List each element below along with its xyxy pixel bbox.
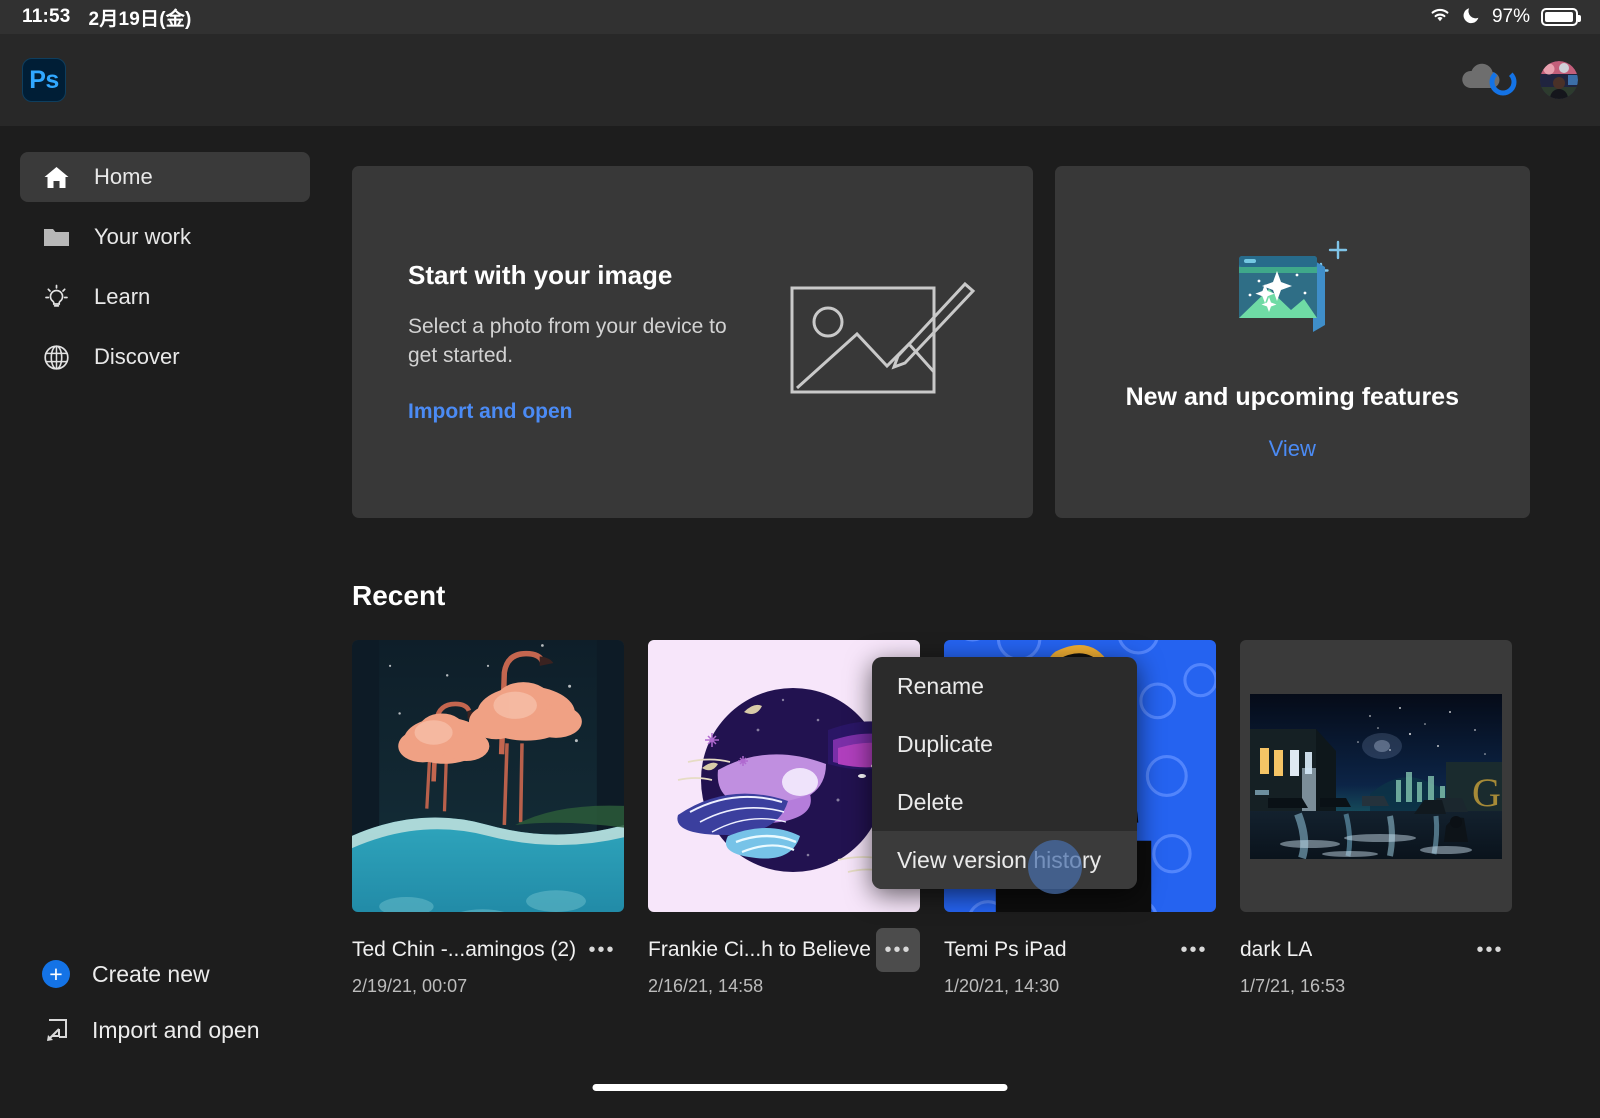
recent-file-tile[interactable]: Ted Chin -...amingos (2) ••• 2/19/21, 00… — [352, 640, 624, 997]
moon-icon — [1463, 5, 1481, 30]
photoshop-logo-icon[interactable]: Ps — [22, 58, 66, 102]
sidebar-item-your-work[interactable]: Your work — [20, 212, 310, 262]
sidebar-item-learn[interactable]: Learn — [20, 272, 310, 322]
start-with-your-image-card: Start with your image Select a photo fro… — [352, 166, 1033, 518]
sidebar-actions: + Create new Import and open — [0, 946, 330, 1058]
features-card-title: New and upcoming features — [1126, 383, 1459, 412]
file-date: 1/7/21, 16:53 — [1240, 976, 1512, 997]
svg-text:G: G — [1472, 770, 1501, 815]
lightbulb-icon — [42, 283, 70, 311]
context-menu-item-rename[interactable]: Rename — [872, 657, 1137, 715]
file-name: Temi Ps iPad — [944, 938, 1067, 962]
file-date: 1/20/21, 14:30 — [944, 976, 1216, 997]
plus-circle-icon: + — [42, 960, 70, 988]
import-and-open-button[interactable]: Import and open — [0, 1002, 330, 1058]
globe-icon — [42, 343, 70, 371]
file-overflow-menu-button[interactable]: ••• — [580, 928, 624, 972]
main-content: Start with your image Select a photo fro… — [330, 126, 1600, 1118]
thumbnail[interactable]: G — [1240, 640, 1512, 912]
recent-file-tile[interactable]: G — [1240, 640, 1512, 997]
sidebar-item-label: Home — [94, 164, 153, 190]
start-card-title: Start with your image — [408, 260, 738, 291]
home-icon — [42, 163, 70, 191]
sidebar-item-label: Discover — [94, 344, 180, 370]
wifi-icon — [1428, 5, 1452, 29]
sidebar-item-home[interactable]: Home — [20, 152, 310, 202]
context-menu-item-duplicate[interactable]: Duplicate — [872, 715, 1137, 773]
user-avatar[interactable] — [1540, 61, 1578, 99]
create-new-button[interactable]: + Create new — [0, 946, 330, 1002]
status-date: 2月19日(金) — [89, 4, 192, 31]
sidebar-item-discover[interactable]: Discover — [20, 332, 310, 382]
sparkle-images-icon — [1225, 223, 1360, 353]
folder-icon — [42, 223, 70, 251]
file-name: Frankie Ci...h to Believe — [648, 938, 871, 962]
file-overflow-menu-button[interactable]: ••• — [1172, 928, 1216, 972]
home-indicator — [593, 1084, 1008, 1091]
app-header: Ps — [0, 34, 1600, 126]
battery-percent: 97% — [1492, 6, 1530, 28]
sidebar-item-label: Your work — [94, 224, 191, 250]
touch-indicator — [1028, 840, 1082, 894]
import-arrow-icon — [42, 1016, 70, 1044]
file-name: dark LA — [1240, 938, 1312, 962]
file-date: 2/16/21, 14:58 — [648, 976, 920, 997]
night-street-artwork: G — [1250, 694, 1502, 859]
import-and-open-label: Import and open — [92, 1017, 260, 1044]
file-overflow-menu-button[interactable]: ••• — [1468, 928, 1512, 972]
sidebar: Home Your work Lea — [0, 126, 330, 1118]
create-new-label: Create new — [92, 961, 210, 988]
new-and-upcoming-features-card: New and upcoming features View — [1055, 166, 1530, 518]
import-and-open-link[interactable]: Import and open — [408, 400, 738, 424]
top-cards: Start with your image Select a photo fro… — [330, 126, 1600, 518]
file-name: Ted Chin -...amingos (2) — [352, 938, 576, 962]
features-view-link[interactable]: View — [1269, 436, 1316, 462]
file-date: 2/19/21, 00:07 — [352, 976, 624, 997]
file-overflow-menu-button[interactable]: ••• — [876, 928, 920, 972]
battery-icon — [1541, 8, 1578, 26]
context-menu-item-view-version-history[interactable]: View version history — [872, 831, 1137, 889]
sidebar-nav: Home Your work Lea — [0, 126, 330, 382]
status-time: 11:53 — [22, 6, 71, 28]
ios-status-bar: 11:53 2月19日(金) 97% — [0, 0, 1600, 34]
flamingo-clouds-artwork — [352, 640, 624, 912]
start-card-description: Select a photo from your device to get s… — [408, 313, 738, 370]
cloud-sync-icon[interactable] — [1456, 58, 1528, 102]
thumbnail[interactable] — [352, 640, 624, 912]
image-with-pencil-icon — [787, 280, 977, 405]
sidebar-item-label: Learn — [94, 284, 150, 310]
file-context-menu: Rename Duplicate Delete View version his… — [872, 657, 1137, 889]
recent-heading: Recent — [330, 518, 1600, 612]
context-menu-item-delete[interactable]: Delete — [872, 773, 1137, 831]
